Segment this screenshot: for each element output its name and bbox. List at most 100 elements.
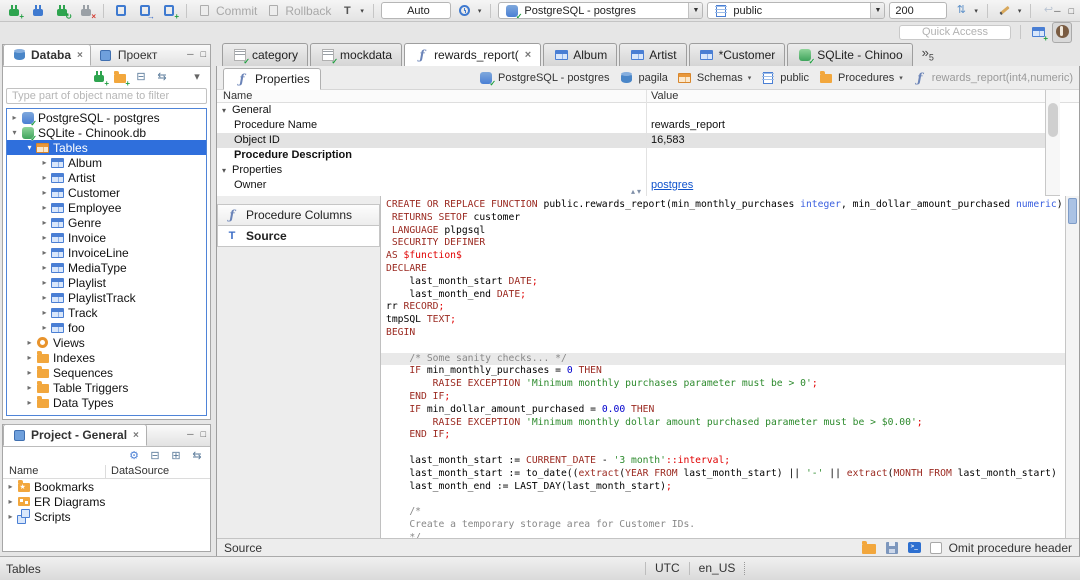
view-menu-icon[interactable]: ▾ (189, 70, 205, 85)
txn-mode-select[interactable]: Auto (380, 2, 451, 19)
minimize-view-icon[interactable]: ─ (187, 50, 193, 59)
property-value[interactable]: postgres (651, 178, 693, 193)
new-connection-button[interactable]: + (4, 2, 24, 21)
expander-icon[interactable]: ▸ (24, 368, 35, 377)
project-item-er-diagrams[interactable]: ▸ ER Diagrams (3, 494, 210, 509)
save-icon[interactable] (884, 540, 900, 555)
expander-icon[interactable]: ▸ (24, 353, 35, 362)
expander-icon[interactable]: ▸ (39, 188, 50, 197)
tree-item-customer[interactable]: ▸ Customer (7, 185, 206, 200)
scrollbar-thumb[interactable] (1068, 198, 1077, 224)
tab-procedure-columns[interactable]: ƒ Procedure Columns (217, 204, 380, 226)
tree-item-postgresql-postgres[interactable]: ▸ PostgreSQL - postgres (7, 110, 206, 125)
expander-icon[interactable]: ▾ (222, 163, 226, 178)
expander-icon[interactable]: ▸ (39, 308, 50, 317)
tree-item-album[interactable]: ▸ Album (7, 155, 206, 170)
editor-tab-artist[interactable]: Artist (619, 43, 687, 66)
object-filter-input[interactable]: Type part of object name to filter (6, 88, 207, 104)
tree-item-invoice[interactable]: ▸ Invoice (7, 230, 206, 245)
tree-item-table-triggers[interactable]: ▸ Table Triggers (7, 380, 206, 395)
tree-item-playlist[interactable]: ▸ Playlist (7, 275, 206, 290)
tab-projects[interactable]: Проект (91, 44, 165, 66)
tree-item-indexes[interactable]: ▸ Indexes (7, 350, 206, 365)
expander-icon[interactable]: ▸ (39, 293, 50, 302)
tree-item-sequences[interactable]: ▸ Sequences (7, 365, 206, 380)
chevron-down-icon[interactable]: ▼ (688, 3, 703, 18)
properties-scrollbar[interactable] (1045, 90, 1060, 196)
quick-access-input[interactable]: Quick Access (899, 24, 1011, 40)
expander-icon[interactable]: ▸ (24, 398, 35, 407)
expander-icon[interactable]: ▸ (39, 263, 50, 272)
tab-properties[interactable]: ƒ Properties (223, 68, 321, 90)
column-datasource[interactable]: DataSource (105, 465, 169, 479)
expander-icon[interactable]: ▾ (9, 128, 20, 137)
brush-button[interactable]: ▾ (995, 2, 1024, 20)
tree-item-artist[interactable]: ▸ Artist (7, 170, 206, 185)
property-row-object-id[interactable]: Object ID 16,583 (217, 133, 1045, 148)
link-editor-icon[interactable]: ⇆ (189, 449, 205, 464)
minimize-view-icon[interactable]: ─ (187, 430, 193, 439)
tree-item-employee[interactable]: ▸ Employee (7, 200, 206, 215)
editor-tab-customer[interactable]: *Customer (688, 43, 786, 66)
refresh-results-button[interactable]: ⇅ ▾ (951, 2, 980, 20)
expander-icon[interactable]: ▸ (39, 158, 50, 167)
collapse-all-icon[interactable]: ⊟ (133, 70, 149, 85)
console-icon[interactable] (907, 540, 923, 555)
property-row-general[interactable]: ▾ General (217, 103, 1045, 118)
maximize-view-icon[interactable]: □ (201, 50, 206, 59)
commit-button[interactable]: Commit (194, 2, 259, 20)
chevron-down-icon[interactable]: ▾ (748, 74, 752, 82)
new-sql-editor-button[interactable]: + (159, 2, 179, 21)
property-row-procedure-name[interactable]: Procedure Name rewards_report (217, 118, 1045, 133)
tree-item-tables[interactable]: ▾ Tables (7, 140, 206, 155)
breadcrumb-schemas[interactable]: Schemas ▾ (677, 70, 751, 85)
connect-button[interactable] (28, 2, 48, 20)
breadcrumb-public[interactable]: public (760, 70, 809, 85)
column-name[interactable]: Name (223, 90, 252, 102)
schema-select[interactable]: public ▼ (707, 2, 886, 19)
expand-all-icon[interactable]: ⊞ (168, 449, 184, 464)
project-item-bookmarks[interactable]: ▸ Bookmarks (3, 479, 210, 494)
editor-tab-album[interactable]: Album (543, 43, 618, 66)
disconnect-button[interactable]: × (76, 2, 96, 21)
property-row-properties[interactable]: ▾ Properties (217, 163, 1045, 178)
maximize-view-icon[interactable]: □ (201, 430, 206, 439)
column-value[interactable]: Value (651, 90, 678, 102)
history-button[interactable]: ▾ (455, 2, 484, 20)
transaction-log-button[interactable]: T ▾ (337, 2, 366, 20)
sash-collapse-icons[interactable]: ▴▾ (631, 187, 643, 196)
expander-icon[interactable]: ▸ (39, 173, 50, 182)
reconnect-button[interactable]: ↻ (52, 2, 72, 21)
maximize-editor-icon[interactable]: □ (1069, 6, 1074, 16)
scrollbar-thumb[interactable] (1048, 103, 1058, 137)
source-editor[interactable]: CREATE OR REPLACE FUNCTION public.reward… (381, 196, 1065, 538)
expander-icon[interactable]: ▸ (5, 497, 16, 506)
project-item-scripts[interactable]: ▸ Scripts (3, 509, 210, 524)
recent-sql-editor-button[interactable]: → (135, 2, 155, 21)
new-connection-folder-icon[interactable]: + (112, 70, 130, 87)
minimize-editor-icon[interactable]: ─ (1054, 6, 1060, 16)
link-editor-icon[interactable]: ⇆ (154, 70, 170, 85)
folder-open-icon[interactable] (861, 540, 877, 555)
omit-procedure-header-checkbox[interactable] (929, 541, 942, 554)
expander-icon[interactable]: ▸ (39, 248, 50, 257)
tab-overflow-indicator[interactable]: »5 (922, 45, 934, 63)
breadcrumb-pagila[interactable]: pagila (619, 70, 668, 85)
fetch-size-input[interactable]: 200 (889, 2, 948, 19)
tab-project-general[interactable]: Project - General × (3, 424, 147, 446)
editor-tab-mockdata[interactable]: mockdata (310, 43, 403, 66)
tree-item-mediatype[interactable]: ▸ MediaType (7, 260, 206, 275)
expander-icon[interactable]: ▸ (39, 203, 50, 212)
tree-item-views[interactable]: ▸ Views (7, 335, 206, 350)
chevron-down-icon[interactable]: ▼ (870, 3, 885, 18)
close-icon[interactable]: × (525, 49, 531, 61)
expander-icon[interactable]: ▸ (5, 482, 16, 491)
editor-tab-sqlite-chinoo[interactable]: SQLite - Chinoo (787, 43, 913, 66)
property-row-procedure-description[interactable]: Procedure Description (217, 148, 1045, 163)
connection-select[interactable]: PostgreSQL - postgres ▼ (498, 2, 704, 19)
column-name[interactable]: Name (3, 465, 38, 478)
open-perspective-icon[interactable]: + (1030, 25, 1048, 42)
close-icon[interactable]: × (77, 50, 83, 61)
settings-icon[interactable]: ⚙ (126, 449, 142, 464)
breadcrumb-rewards-report-int4-numeric[interactable]: ƒ rewards_report(int4,numeric) (912, 70, 1073, 85)
